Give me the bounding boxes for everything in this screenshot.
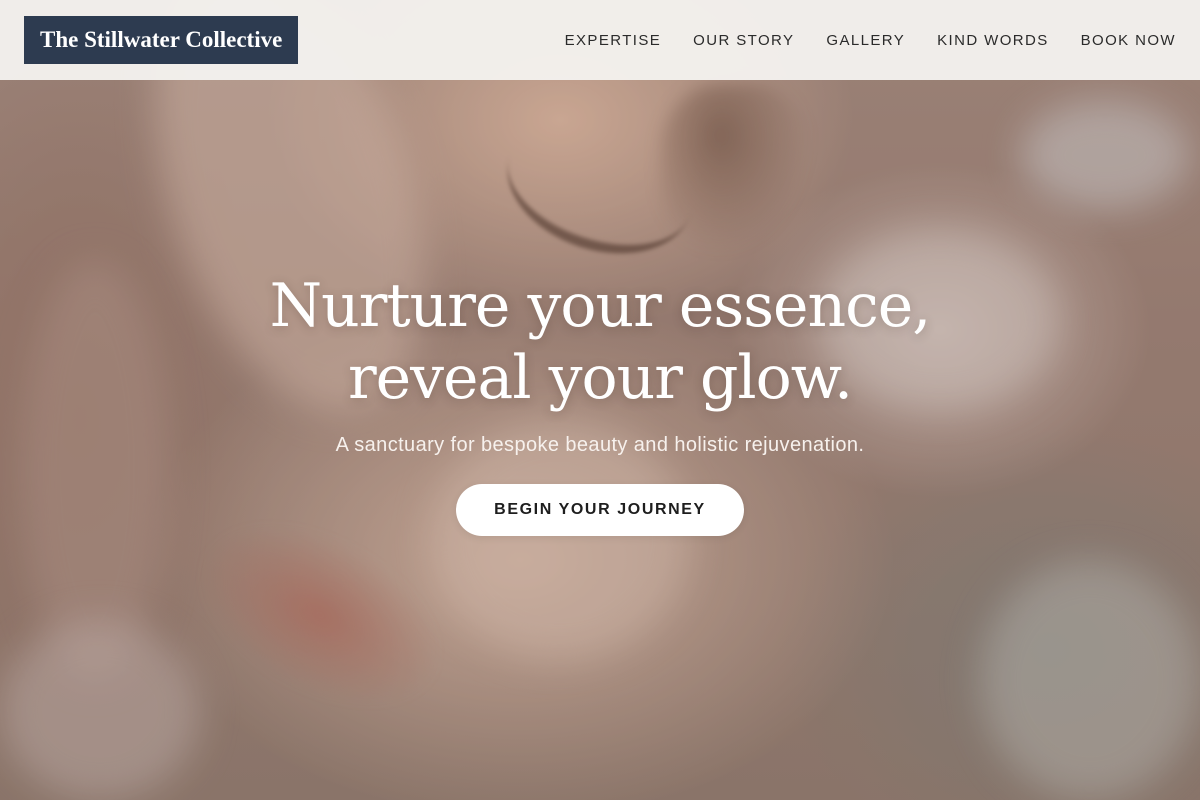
hero-content: Nurture your essence, reveal your glow. … [0,270,1200,536]
hero-headline-line-1: Nurture your essence, [269,271,932,341]
main-nav: EXPERTISE OUR STORY GALLERY KIND WORDS B… [565,0,1176,80]
nav-link-gallery[interactable]: GALLERY [826,32,905,49]
begin-journey-button[interactable]: BEGIN YOUR JOURNEY [456,484,744,536]
logo-text: The Stillwater Collective [40,27,283,52]
nav-link-book-now[interactable]: BOOK NOW [1081,32,1176,49]
hero-subtitle: A sanctuary for bespoke beauty and holis… [335,434,865,456]
nav-link-our-story[interactable]: OUR STORY [693,32,794,49]
nav-link-kind-words[interactable]: KIND WORDS [937,32,1049,49]
hero-headline-line-2: reveal your glow. [347,343,853,413]
site-logo[interactable]: The Stillwater Collective [24,16,299,64]
site-header: The Stillwater Collective EXPERTISE OUR … [0,0,1200,80]
nav-link-expertise[interactable]: EXPERTISE [565,32,662,49]
hero-headline: Nurture your essence, reveal your glow. [0,270,1200,414]
